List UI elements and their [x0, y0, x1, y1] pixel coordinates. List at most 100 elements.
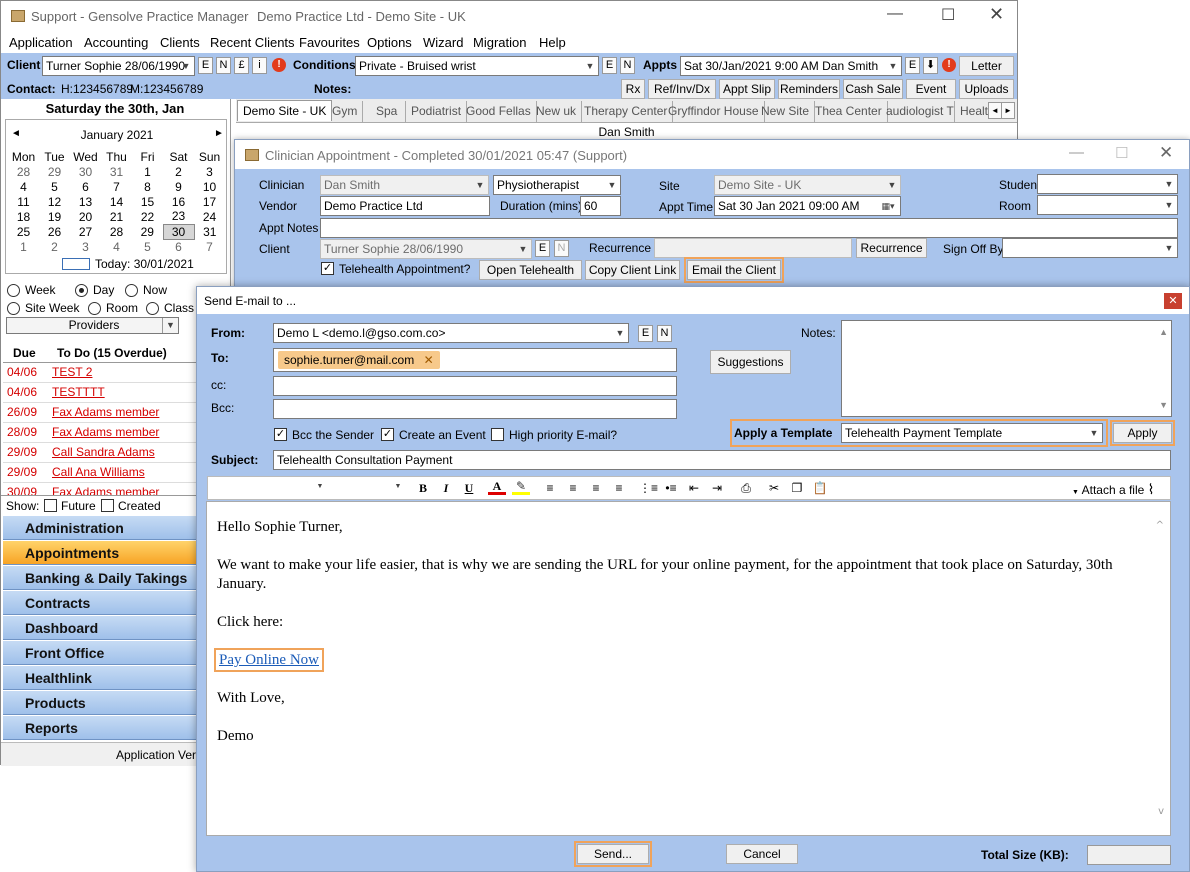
attach-file-link[interactable]: ▼ Attach a file ⌇ [1072, 481, 1155, 498]
apply-template-button[interactable]: Apply [1110, 420, 1175, 446]
nav-products[interactable]: Products [3, 691, 197, 715]
list-item[interactable]: 29/09 Call Ana Williams [3, 463, 197, 483]
appt-time-picker[interactable]: Sat 30 Jan 2021 09:00 AM ▦▾ [714, 196, 901, 216]
copy-icon[interactable]: ❐ [788, 479, 806, 497]
day-cell[interactable]: 2 [39, 239, 70, 254]
day-cell[interactable]: 7 [101, 179, 132, 194]
conditions-new-button[interactable]: N [620, 57, 635, 74]
day-cell[interactable]: 19 [39, 209, 70, 224]
font-color-icon[interactable]: A [488, 479, 506, 495]
today-label[interactable]: Today: 30/01/2021 [95, 257, 194, 271]
day-cell[interactable]: 30 [70, 164, 101, 179]
student-select[interactable]: ▼ [1037, 174, 1178, 194]
menu-favourites[interactable]: Favourites [299, 35, 360, 50]
cc-field[interactable] [273, 376, 677, 396]
menu-options[interactable]: Options [367, 35, 412, 50]
tab-gym[interactable]: Gym [327, 101, 364, 122]
appts-edit-button[interactable]: E [905, 57, 920, 74]
font-size-select[interactable]: ▼ [332, 478, 406, 498]
nav-front-office[interactable]: Front Office [3, 641, 197, 665]
underline-icon[interactable]: U [460, 479, 478, 497]
list-item[interactable]: 28/09 Fax Adams member [3, 423, 197, 443]
day-cell[interactable]: 2 [163, 164, 194, 179]
day-cell[interactable]: 29 [39, 164, 70, 179]
align-right-icon[interactable]: ≡ [587, 479, 605, 497]
vendor-field[interactable]: Demo Practice Ltd [320, 196, 490, 216]
nav-contracts[interactable]: Contracts [3, 591, 197, 615]
cut-icon[interactable]: ✂ [765, 479, 783, 497]
show-created-checkbox[interactable] [101, 499, 114, 512]
appt-client-edit-button[interactable]: E [535, 240, 550, 257]
day-cell[interactable]: 17 [194, 194, 225, 209]
close-icon[interactable]: ✕ [1164, 293, 1182, 309]
day-cell[interactable]: 27 [70, 224, 101, 239]
duration-field[interactable]: 60 [580, 196, 621, 216]
nav-appointments[interactable]: Appointments [3, 541, 197, 565]
view-class-radio[interactable] [146, 302, 159, 315]
tab-demo-site[interactable]: Demo Site - UK [237, 100, 333, 121]
from-edit-button[interactable]: E [638, 325, 653, 342]
tab-therapy-center[interactable]: Therapy Center [579, 101, 674, 122]
tab-scroll-left-icon[interactable]: ◄ [988, 102, 1002, 119]
day-cell[interactable]: 5 [39, 179, 70, 194]
notes-field[interactable]: ▲ ▼ [841, 320, 1172, 417]
menu-application[interactable]: Application [9, 35, 73, 50]
letter-button[interactable]: Letter [959, 56, 1014, 76]
day-cell[interactable]: 28 [101, 224, 132, 239]
day-cell[interactable]: 11 [8, 194, 39, 209]
justify-icon[interactable]: ≡ [610, 479, 628, 497]
day-cell[interactable]: 6 [163, 239, 194, 254]
print-icon[interactable]: ⎙ [737, 479, 755, 497]
menu-clients[interactable]: Clients [160, 35, 200, 50]
nav-banking[interactable]: Banking & Daily Takings [3, 566, 197, 590]
from-select[interactable]: Demo L <demo.l@gso.com.co> ▼ [273, 323, 629, 343]
signoff-select[interactable]: ▼ [1002, 238, 1178, 258]
close-icon[interactable]: ✕ [989, 4, 1004, 25]
appt-slip-button[interactable]: Appt Slip [719, 79, 775, 99]
appt-notes-field[interactable] [320, 218, 1178, 238]
tab-spa[interactable]: Spa [371, 101, 406, 122]
recipient-chip[interactable]: sophie.turner@mail.com ✕ [278, 351, 440, 369]
view-now-radio[interactable] [125, 284, 138, 297]
client-info-button[interactable]: i [252, 57, 267, 74]
day-cell[interactable]: 24 [194, 209, 225, 224]
conditions-select[interactable]: Private - Bruised wrist ▼ [355, 56, 599, 76]
template-select[interactable]: Telehealth Payment Template ▼ [841, 423, 1103, 443]
send-button[interactable]: Send... [574, 841, 652, 867]
scroll-down-icon[interactable]: v [1158, 802, 1164, 821]
maximize-icon[interactable]: ☐ [1115, 144, 1128, 162]
tab-good-fellas[interactable]: Good Fellas [461, 101, 537, 122]
paste-icon[interactable]: 📋 [811, 479, 829, 497]
alert-icon[interactable]: ! [272, 58, 286, 72]
day-cell[interactable]: 16 [163, 194, 194, 209]
high-priority-checkbox[interactable] [491, 428, 504, 441]
suggestions-button[interactable]: Suggestions [710, 350, 791, 374]
minimize-icon[interactable]: — [1069, 144, 1084, 161]
day-cell[interactable]: 18 [8, 209, 39, 224]
providers-select[interactable]: Providers ▼ [6, 317, 179, 334]
scroll-up-icon[interactable]: ▲ [1159, 323, 1168, 341]
view-week-radio[interactable] [7, 284, 20, 297]
day-cell[interactable]: 26 [39, 224, 70, 239]
telehealth-checkbox[interactable]: ✓ [321, 262, 334, 275]
list-item[interactable]: 29/09 Call Sandra Adams [3, 443, 197, 463]
uploads-button[interactable]: Uploads [959, 79, 1014, 99]
day-cell[interactable]: 12 [39, 194, 70, 209]
client-finance-button[interactable]: £ [234, 57, 249, 74]
outdent-icon[interactable]: ⇤ [685, 479, 703, 497]
numbered-list-icon[interactable]: ⋮≡ [639, 479, 658, 497]
day-cell[interactable]: 4 [8, 179, 39, 194]
day-cell[interactable]: 21 [101, 209, 132, 224]
view-day-radio[interactable] [75, 284, 88, 297]
nav-healthlink[interactable]: Healthlink [3, 666, 197, 690]
day-cell[interactable]: 15 [132, 194, 163, 209]
day-cell[interactable]: 6 [70, 179, 101, 194]
scroll-down-icon[interactable]: ▼ [1159, 396, 1168, 414]
reminders-button[interactable]: Reminders [778, 79, 840, 99]
day-cell[interactable]: 13 [70, 194, 101, 209]
tab-new-uk[interactable]: New uk [531, 101, 583, 122]
remove-chip-icon[interactable]: ✕ [424, 353, 434, 367]
event-button[interactable]: Event [906, 79, 956, 99]
day-cell[interactable]: 31 [101, 164, 132, 179]
align-left-icon[interactable]: ≡ [541, 479, 559, 497]
